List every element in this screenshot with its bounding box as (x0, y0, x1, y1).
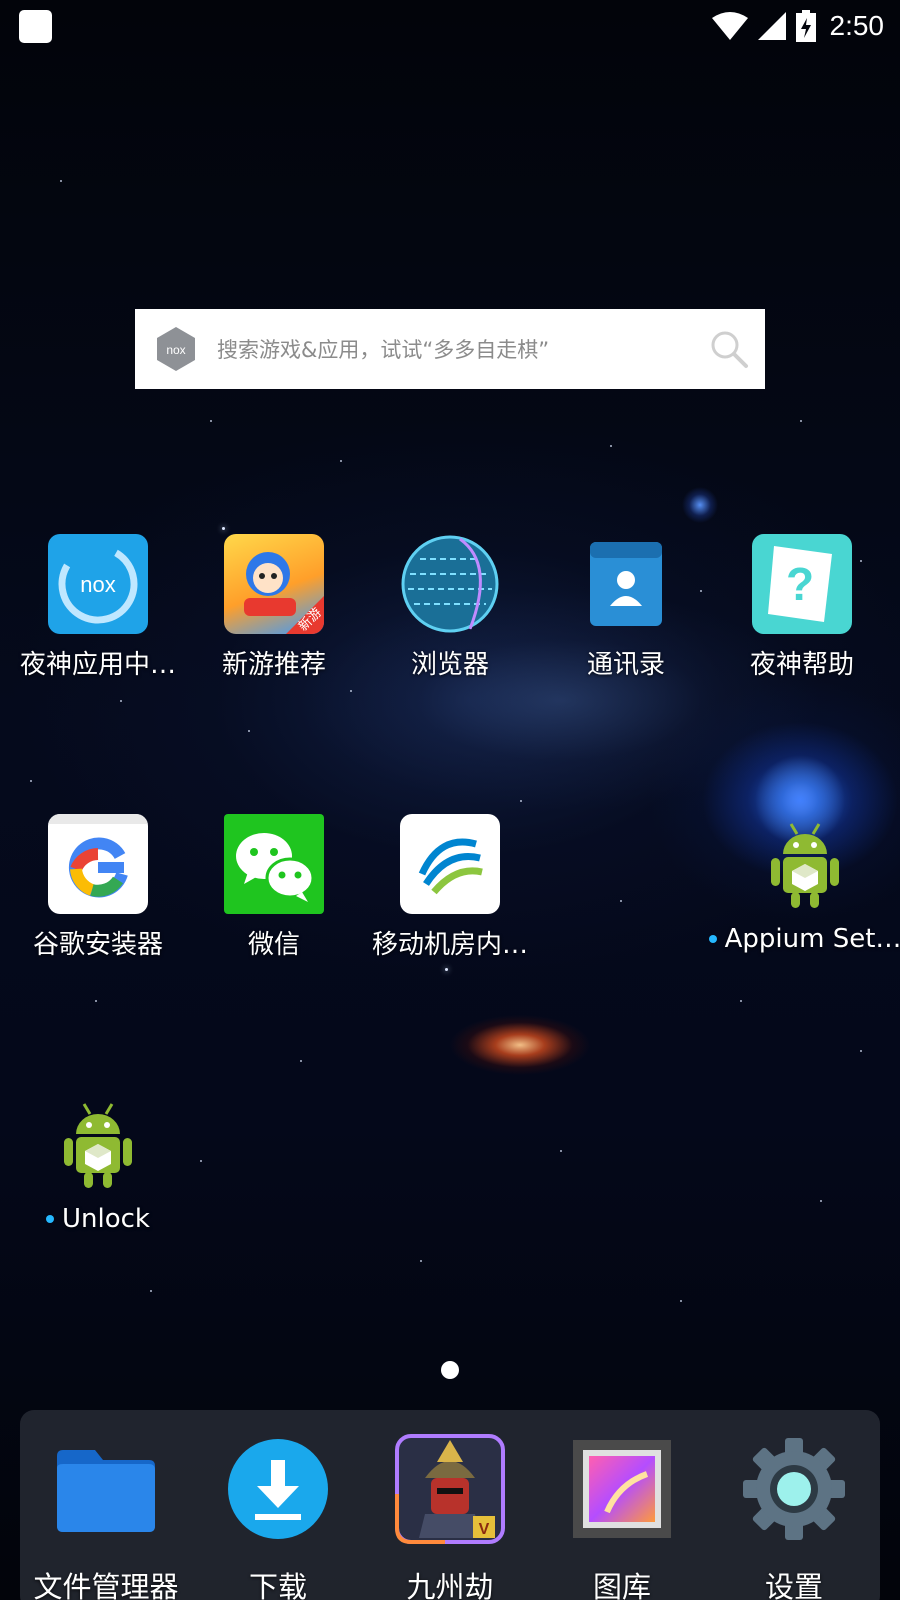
new-app-dot (708, 935, 717, 943)
app-label-text: Appium Set… (724, 924, 900, 954)
dock-label: 文件管理器 (33, 1570, 179, 1600)
samurai-game-icon: V (395, 1434, 505, 1544)
app-contacts[interactable]: 通讯录 (538, 534, 714, 704)
status-icons: 2:50 (711, 8, 885, 44)
app-new-games[interactable]: 新游 新游推荐 (186, 534, 362, 704)
page-indicator-dot (441, 1361, 459, 1379)
dock-download[interactable]: 下载 (192, 1434, 364, 1600)
dock-label: 设置 (764, 1570, 823, 1600)
app-label-text: Unlock (62, 1204, 150, 1234)
app-label: 移动机房内… (371, 930, 528, 960)
dock-label: 九州劫 (406, 1570, 494, 1600)
settings-gear-icon (743, 1438, 845, 1540)
app-nox-help[interactable]: ? 夜神帮助 (714, 534, 890, 704)
nox-app-center-icon: nox (48, 534, 148, 634)
dock-label: 下载 (248, 1570, 307, 1600)
status-bar: 2:50 (0, 0, 900, 52)
app-appium-settings[interactable]: Appium Set… (708, 814, 900, 984)
dock-file-manager[interactable]: 文件管理器 (20, 1434, 192, 1600)
wechat-icon (224, 814, 324, 914)
wifi-icon (711, 12, 748, 40)
battery-charging-icon (795, 10, 816, 42)
search-icon[interactable] (709, 329, 749, 369)
contacts-icon (576, 534, 676, 634)
android-robot-icon (48, 1094, 148, 1194)
google-installer-icon (48, 814, 148, 914)
svg-text:?: ? (786, 558, 814, 610)
app-label: 夜神帮助 (749, 650, 854, 680)
app-label: Unlock (46, 1204, 150, 1234)
nox-help-icon: ? (752, 534, 852, 634)
search-bar[interactable]: nox 搜索游戏&应用，试试“多多自走棋” (135, 309, 765, 389)
dock-jiuzhou-game[interactable]: V 九州劫 (364, 1434, 536, 1600)
app-label: 微信 (247, 930, 300, 960)
status-time: 2:50 (829, 10, 885, 41)
app-label: Appium Set… (708, 924, 900, 954)
gallery-icon (573, 1440, 671, 1538)
app-label: 谷歌安装器 (32, 930, 163, 960)
new-app-dot (46, 1215, 54, 1223)
dock-label: 图库 (592, 1570, 651, 1600)
cell-signal-icon (757, 12, 786, 40)
app-label: 通讯录 (586, 650, 665, 680)
nox-logo-icon: nox (157, 327, 195, 371)
new-games-icon: 新游 (224, 534, 324, 634)
notification-square-icon (19, 10, 52, 43)
dock-gallery[interactable]: 图库 (536, 1434, 708, 1600)
china-mobile-icon (400, 814, 500, 914)
app-unlock[interactable]: Unlock (10, 1094, 186, 1264)
app-china-mobile[interactable]: 移动机房内… (362, 814, 538, 984)
app-google-installer[interactable]: 谷歌安装器 (10, 814, 186, 984)
app-label: 浏览器 (410, 650, 489, 680)
folder-icon (57, 1450, 155, 1532)
search-input[interactable]: 搜索游戏&应用，试试“多多自走棋” (217, 334, 549, 364)
app-label: 新游推荐 (221, 650, 326, 680)
svg-text:V: V (479, 1521, 490, 1538)
app-browser[interactable]: 浏览器 (362, 534, 538, 704)
app-wechat[interactable]: 微信 (186, 814, 362, 984)
svg-text:nox: nox (166, 343, 185, 357)
download-icon (228, 1439, 328, 1539)
android-robot-icon (755, 814, 855, 914)
svg-text:nox: nox (80, 572, 115, 597)
app-nox-app-center[interactable]: nox 夜神应用中… (10, 534, 186, 704)
app-label: 夜神应用中… (19, 650, 176, 680)
dock-settings[interactable]: 设置 (708, 1434, 880, 1600)
browser-globe-icon (400, 534, 500, 634)
wallpaper (0, 0, 900, 1600)
